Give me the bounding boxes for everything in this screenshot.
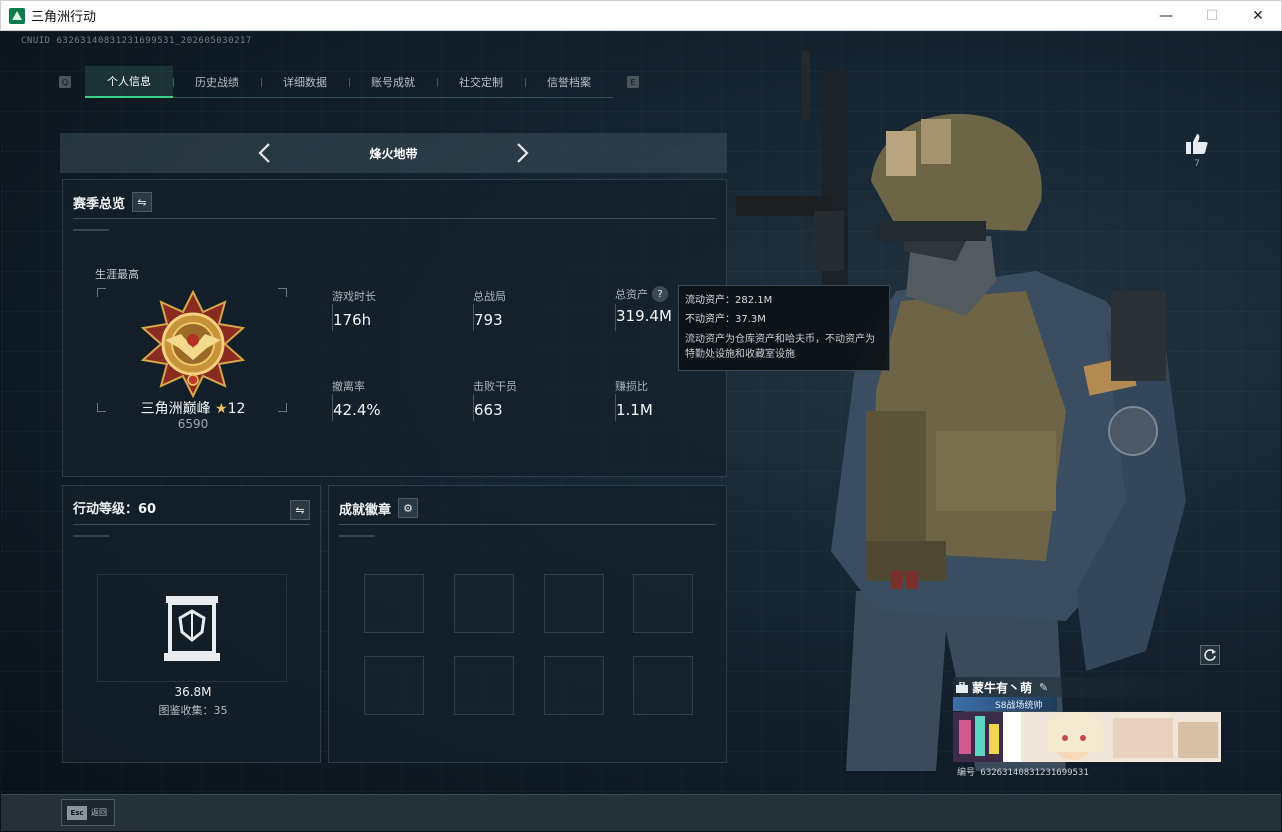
- like-count: 7: [1194, 159, 1200, 169]
- stat-kills: 击败干员 663: [473, 380, 517, 421]
- player-name: 蒙牛有丶萌: [972, 680, 1033, 695]
- tab-list: 个人信息 历史战绩 详细数据 账号成就 社交定制 信誉档案: [85, 66, 613, 98]
- collection-count: 图鉴收集：35: [158, 704, 228, 717]
- thumbs-up-icon[interactable]: [1185, 133, 1209, 155]
- pencil-icon[interactable]: ✎: [1039, 681, 1048, 694]
- collection-value: 36.8M: [174, 685, 212, 699]
- esc-key: Esc: [67, 805, 87, 820]
- level-panel: 行动等级：60 ⇋ 36.8M 图鉴收集：35: [62, 485, 321, 763]
- rank-emblem-icon: [140, 290, 246, 398]
- tab-detailed-data[interactable]: 详细数据: [261, 66, 349, 98]
- rank-score: 6590: [177, 417, 209, 431]
- badge-slot[interactable]: [544, 656, 604, 715]
- tab-achievements[interactable]: 账号成就: [349, 66, 437, 98]
- badge-slot[interactable]: [633, 574, 693, 633]
- collection-display-icon: [164, 596, 220, 661]
- player-id: 编号 63263140831231699531: [957, 768, 1089, 778]
- tab-reputation[interactable]: 信誉档案: [525, 66, 613, 98]
- refresh-icon: [1204, 649, 1216, 661]
- player-title-bar: S8战场统帅: [953, 697, 1057, 711]
- window-title: 三角洲行动: [31, 10, 97, 25]
- stat-profit-ratio: 赚损比 1.1M: [615, 380, 653, 421]
- bottom-bar: Esc 返回: [1, 794, 1281, 831]
- player-banner-image: [953, 712, 1221, 762]
- stat-matches: 总战局 793: [473, 290, 506, 331]
- chevron-right-icon[interactable]: [511, 141, 533, 165]
- swap-icon[interactable]: ⇋: [132, 192, 153, 212]
- tab-social[interactable]: 社交定制: [437, 66, 525, 98]
- stat-playtime: 游戏时长 176h: [332, 290, 376, 331]
- badge-slot[interactable]: [364, 656, 424, 715]
- help-icon[interactable]: ?: [652, 286, 668, 302]
- chevron-left-icon[interactable]: [254, 141, 276, 165]
- close-button[interactable]: ✕: [1235, 1, 1281, 31]
- back-button[interactable]: Esc 返回: [61, 799, 115, 826]
- next-tab-key[interactable]: E: [627, 76, 639, 88]
- season-overview-title: 赛季总览: [73, 196, 126, 212]
- maximize-button[interactable]: ☐: [1189, 1, 1235, 31]
- rank-name: 三角洲巅峰 ★12: [140, 401, 246, 417]
- app-logo-icon: [9, 7, 25, 24]
- badges-title: 成就徽章: [339, 502, 392, 518]
- game-viewport: CNUID 63263140831231699531_202605030217 …: [1, 31, 1281, 831]
- minimize-button[interactable]: —: [1143, 1, 1189, 31]
- stat-extraction-rate: 撤离率 42.4%: [332, 380, 381, 421]
- player-title: S8战场统帅: [995, 700, 1043, 711]
- tooltip-liquid-assets: 流动资产：282.1M: [685, 295, 773, 306]
- top-tabs: Q 个人信息 历史战绩 详细数据 账号成就 社交定制 信誉档案 E: [59, 66, 639, 98]
- rank-level: 12: [227, 401, 246, 417]
- assets-tooltip: 流动资产：282.1M 不动资产：37.3M 流动资产为仓库资产和哈夫币，不动资…: [678, 285, 890, 371]
- badge-slot[interactable]: [454, 574, 514, 633]
- achievement-badges-panel: 成就徽章 ⚙: [328, 485, 727, 763]
- gear-icon[interactable]: ⚙: [398, 498, 419, 518]
- season-overview-panel: 赛季总览 ⇋ 生涯最高 三角洲巅峰 ★12 6590 游戏时长 176h 总战局…: [62, 179, 727, 477]
- career-high-label: 生涯最高: [95, 268, 139, 281]
- player-card[interactable]: 蒙牛有丶萌 ✎ S8战场统帅 编号 63263140831231699531: [953, 675, 1221, 783]
- window-controls: — ☐ ✕: [1143, 1, 1281, 31]
- mode-label: 烽火地带: [369, 146, 418, 161]
- tooltip-fixed-assets: 不动资产：37.3M: [685, 314, 766, 325]
- level-title: 行动等级：60: [73, 502, 157, 517]
- swap-icon[interactable]: ⇋: [290, 500, 310, 520]
- tab-history[interactable]: 历史战绩: [173, 66, 261, 98]
- back-label: 返回: [91, 808, 107, 817]
- badge-slot[interactable]: [544, 574, 604, 633]
- window-titlebar: 三角洲行动 — ☐ ✕: [0, 0, 1282, 31]
- uid-text: CNUID 63263140831231699531_202605030217: [21, 36, 252, 46]
- refresh-button[interactable]: [1200, 645, 1220, 665]
- star-icon: ★: [215, 401, 228, 417]
- stat-total-assets: 总资产 ? 319.4M: [615, 286, 672, 331]
- briefcase-icon: [956, 681, 968, 693]
- prev-tab-key[interactable]: Q: [59, 76, 71, 88]
- tab-personal-info[interactable]: 个人信息: [85, 66, 173, 98]
- badge-slot[interactable]: [364, 574, 424, 633]
- badge-slot[interactable]: [454, 656, 514, 715]
- badge-slot[interactable]: [633, 656, 693, 715]
- mode-selector: 烽火地带: [60, 133, 727, 173]
- tooltip-description: 流动资产为仓库资产和哈夫币，不动资产为特勤处设施和收藏室设施: [685, 334, 875, 360]
